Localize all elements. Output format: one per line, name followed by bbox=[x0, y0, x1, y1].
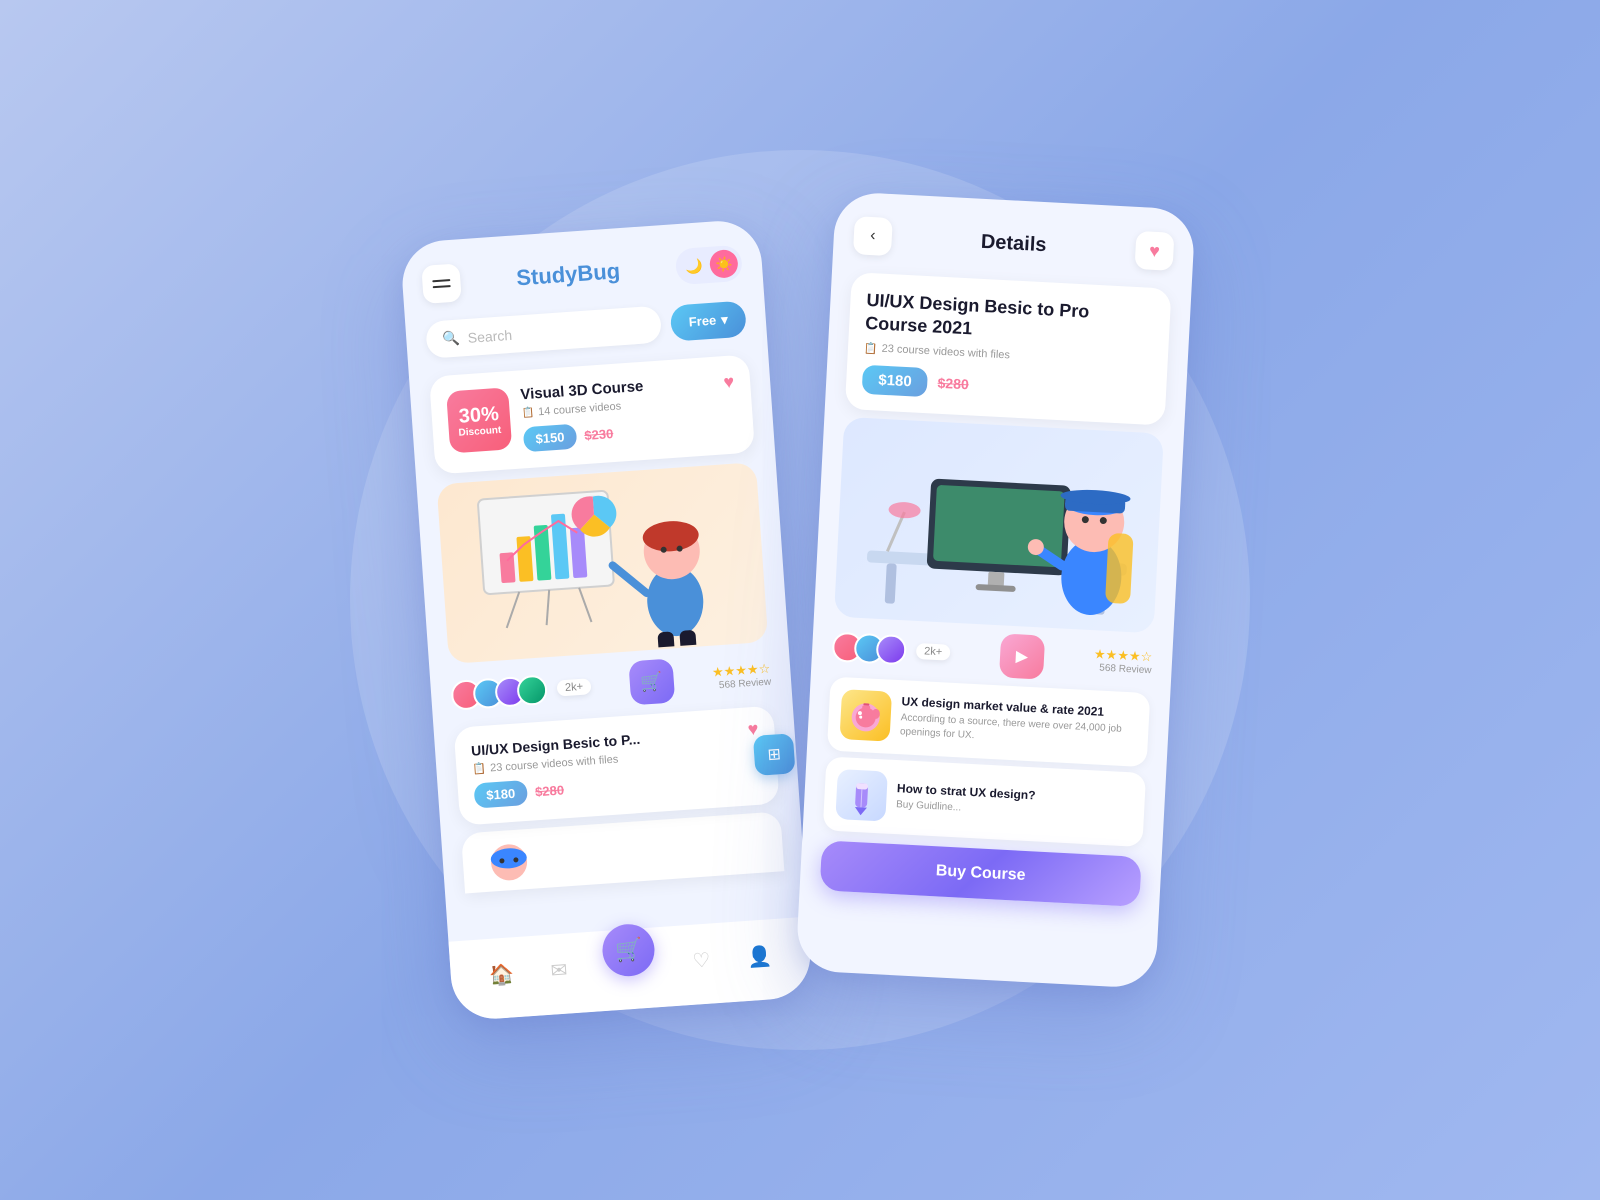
price-row: $150 $230 bbox=[523, 412, 738, 452]
theme-toggle[interactable]: 🌙 ☀️ bbox=[675, 245, 743, 286]
left-phone: StudyBug 🌙 ☀️ 🔍 Search Free ▾ 30% Discou… bbox=[400, 218, 814, 1021]
details-avatar-stats: 2k+ bbox=[832, 631, 951, 667]
blog-1-content: UX design market value & rate 2021 Accor… bbox=[900, 695, 1138, 752]
nav-cart-fab[interactable]: 🛒 bbox=[601, 922, 657, 978]
det-avatar-3 bbox=[876, 634, 908, 666]
back-arrow-icon: ‹ bbox=[870, 227, 876, 245]
video-icon: 📋 bbox=[521, 407, 534, 419]
hamburger-line-2 bbox=[433, 285, 451, 288]
blog-2-content: How to strat UX design? Buy Guidline... bbox=[896, 781, 1133, 824]
user-icon: 👤 bbox=[746, 943, 773, 970]
blog-card-2[interactable]: How to strat UX design? Buy Guidline... bbox=[823, 756, 1146, 847]
avatar-group bbox=[450, 675, 540, 711]
discount-badge: 30% Discount bbox=[446, 387, 512, 453]
search-bar[interactable]: 🔍 Search bbox=[425, 305, 662, 358]
details-meta-text: 23 course videos with files bbox=[881, 343, 1010, 362]
play-button[interactable]: ▶ bbox=[999, 633, 1045, 679]
nav-heart[interactable]: ♡ bbox=[692, 947, 712, 973]
right-header: ‹ Details ♥ bbox=[832, 191, 1195, 282]
piggy-bank-svg bbox=[845, 694, 887, 736]
pencil-svg bbox=[841, 774, 883, 816]
right-phone: ‹ Details ♥ UI/UX Design Besic to Pro Co… bbox=[795, 191, 1195, 989]
featured-course-card[interactable]: 30% Discount Visual 3D Course 📋 14 cours… bbox=[429, 354, 755, 474]
details-stats-row: 2k+ ▶ ★★★★☆ 568 Review bbox=[831, 624, 1153, 685]
logo-text-black: Study bbox=[515, 261, 578, 290]
second-course-card[interactable]: ♥ UI/UX Design Besic to P... 📋 23 course… bbox=[454, 706, 780, 826]
details-course-card: UI/UX Design Besic to Pro Course 2021 📋 … bbox=[845, 272, 1172, 425]
illustration-svg bbox=[437, 465, 768, 662]
free-label: Free bbox=[688, 313, 716, 330]
back-button[interactable]: ‹ bbox=[853, 216, 893, 256]
phones-container: StudyBug 🌙 ☀️ 🔍 Search Free ▾ 30% Discou… bbox=[425, 210, 1175, 990]
details-price: $180 bbox=[862, 365, 929, 397]
heart-filled-icon: ♥ bbox=[1149, 240, 1161, 262]
discount-percent: 30% bbox=[458, 402, 499, 427]
details-price-row: $180 $280 bbox=[862, 365, 1151, 409]
heart-nav-icon: ♡ bbox=[692, 947, 712, 973]
cart-icon: 🛒 bbox=[614, 936, 643, 964]
course2-price: $180 bbox=[473, 780, 528, 809]
blog-card-1[interactable]: UX design market value & rate 2021 Accor… bbox=[827, 676, 1150, 767]
hamburger-button[interactable] bbox=[421, 263, 462, 304]
blog-thumb-2 bbox=[835, 769, 888, 822]
course2-old-price: $280 bbox=[535, 782, 565, 799]
current-price: $150 bbox=[523, 424, 578, 453]
blog-thumb-1 bbox=[840, 689, 893, 742]
details-svg bbox=[834, 419, 1164, 630]
student-count: 2k+ bbox=[557, 678, 592, 696]
course-illustration bbox=[437, 462, 769, 664]
details-video-icon: 📋 bbox=[864, 342, 878, 356]
card-info: Visual 3D Course 📋 14 course videos $150… bbox=[520, 371, 738, 452]
nav-home[interactable]: 🏠 bbox=[488, 961, 515, 988]
nav-mail[interactable]: ✉ bbox=[550, 957, 568, 983]
heart-icon[interactable]: ♥ bbox=[723, 371, 735, 393]
favorite-button[interactable]: ♥ bbox=[1135, 231, 1175, 271]
home-icon: 🏠 bbox=[488, 961, 515, 988]
sun-button[interactable]: ☀️ bbox=[709, 249, 739, 279]
det-student-count: 2k+ bbox=[916, 643, 951, 661]
moon-button[interactable]: 🌙 bbox=[679, 251, 709, 281]
mail-icon: ✉ bbox=[550, 957, 568, 983]
details-illustration bbox=[834, 417, 1164, 633]
nav-profile[interactable]: 👤 bbox=[746, 943, 773, 970]
partial-char-svg bbox=[478, 840, 542, 893]
page-title: Details bbox=[980, 230, 1047, 256]
app-logo: StudyBug bbox=[515, 258, 620, 291]
discount-label: Discount bbox=[458, 424, 501, 438]
old-price: $230 bbox=[584, 426, 614, 443]
det-rating-row: ★★★★☆ 568 Review bbox=[1093, 647, 1153, 677]
filter-button[interactable]: ⊞ bbox=[753, 733, 796, 776]
hamburger-line-1 bbox=[432, 279, 450, 282]
buy-course-button[interactable]: Buy Course bbox=[820, 840, 1142, 907]
details-old-price: $280 bbox=[937, 375, 969, 393]
details-avatar-group bbox=[832, 631, 899, 664]
free-arrow: ▾ bbox=[721, 311, 729, 327]
free-filter-button[interactable]: Free ▾ bbox=[670, 300, 747, 341]
video-icon-2: 📋 bbox=[472, 762, 487, 776]
card-meta-text: 14 course videos bbox=[538, 400, 622, 418]
rating-row: ★★★★☆ 568 Review bbox=[711, 660, 771, 691]
logo-text-blue: Bug bbox=[576, 258, 620, 286]
details-course-title: UI/UX Design Besic to Pro Course 2021 bbox=[865, 289, 1155, 351]
search-placeholder: Search bbox=[467, 326, 512, 345]
review-count: 568 Review bbox=[719, 676, 772, 691]
partial-card bbox=[461, 811, 784, 893]
det-review-count: 568 Review bbox=[1099, 663, 1152, 677]
search-icon: 🔍 bbox=[442, 330, 461, 348]
add-to-cart-button[interactable]: 🛒 bbox=[628, 658, 675, 705]
avatar-stats: 2k+ bbox=[450, 671, 592, 711]
course2-meta-text: 23 course videos with files bbox=[490, 753, 619, 774]
